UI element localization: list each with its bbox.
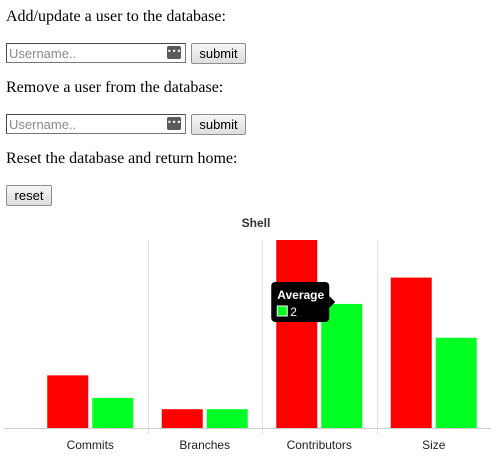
x-tick-label: Contributors bbox=[287, 438, 352, 452]
remove-username-input[interactable] bbox=[6, 114, 186, 134]
bar-commits-series-2[interactable] bbox=[92, 397, 134, 428]
chart-title: Shell bbox=[242, 216, 271, 230]
remove-user-heading: Remove a user from the database: bbox=[6, 79, 224, 96]
remove-username-field-wrapper: ••• bbox=[6, 114, 186, 134]
tooltip-swatch bbox=[276, 305, 288, 317]
bar-branches-series-1[interactable] bbox=[161, 409, 203, 428]
reset-database-heading: Reset the database and return home: bbox=[6, 150, 238, 167]
chart-x-labels: Commits Branches Contributors Size bbox=[67, 438, 446, 452]
x-tick-label: Commits bbox=[67, 438, 114, 452]
bar-branches-series-2[interactable] bbox=[206, 409, 248, 428]
tooltip-title: Average bbox=[277, 288, 324, 302]
chart-tooltip: Average 2 bbox=[271, 282, 336, 322]
keyboard-icon[interactable]: ••• bbox=[167, 46, 181, 59]
bar-commits-series-1[interactable] bbox=[47, 375, 89, 428]
bar-chart: Shell Commits Branches Contributors Size Av… bbox=[4, 216, 491, 452]
bar-contributors-series-2[interactable] bbox=[321, 303, 363, 428]
add-username-field-wrapper: ••• bbox=[6, 43, 186, 63]
reset-button[interactable]: reset bbox=[6, 185, 52, 206]
remove-submit-button[interactable]: submit bbox=[191, 114, 246, 135]
x-tick-label: Size bbox=[422, 438, 446, 452]
keyboard-icon[interactable]: ••• bbox=[167, 117, 181, 130]
tooltip-value: 2 bbox=[290, 305, 297, 319]
add-username-input[interactable] bbox=[6, 43, 186, 63]
add-user-heading: Add/update a user to the database: bbox=[6, 8, 226, 25]
add-submit-button[interactable]: submit bbox=[191, 43, 246, 64]
bar-size-series-1[interactable] bbox=[390, 277, 432, 428]
x-tick-label: Branches bbox=[179, 438, 230, 452]
bar-contributors-series-1[interactable] bbox=[276, 240, 318, 428]
bar-size-series-2[interactable] bbox=[435, 337, 477, 428]
